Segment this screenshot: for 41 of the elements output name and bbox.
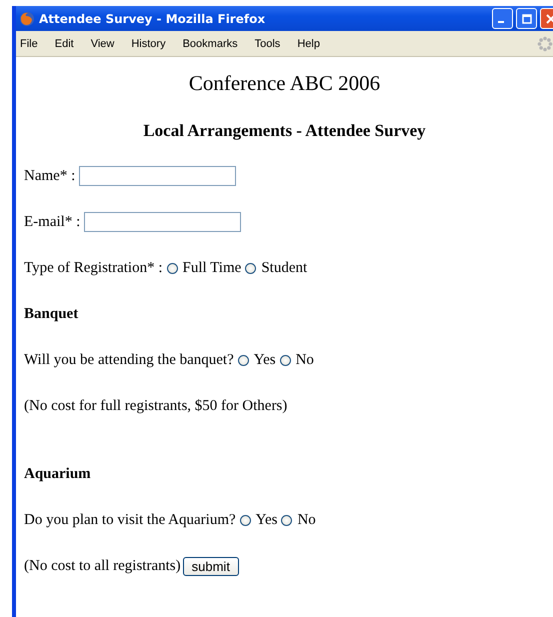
menu-item[interactable]: Help [297,38,320,50]
menu-item[interactable]: Bookmarks [182,38,238,50]
radio-button[interactable] [281,514,292,526]
page-title: Conference ABC 2006 [188,71,382,95]
maximize-icon [522,14,532,24]
window-title: Attendee Survey - Mozilla Firefox [39,12,266,26]
section-heading: Aquarium [24,466,91,482]
input-field[interactable] [84,212,242,232]
option-label: No [297,512,316,528]
option-label: Yes [256,512,278,528]
question-text: Do you plan to visit the Aquarium? [24,512,236,528]
close-icon [546,14,553,24]
submit-button[interactable]: submit [182,556,239,576]
option-label: Yes [254,352,276,368]
input-field[interactable] [79,166,236,186]
page-subtitle: Local Arrangements - Attendee Survey [142,121,427,141]
section-heading: Banquet [24,306,78,322]
minimize-icon [498,21,504,23]
option-label: Full Time [182,260,242,276]
menu-item[interactable]: File [20,38,38,50]
radio-button[interactable] [238,354,249,366]
field-label: E-mail* : [24,214,80,230]
menu-item[interactable]: Tools [254,38,280,50]
option-label: Student [261,260,308,276]
note-text: (No cost to all registrants) [24,558,181,574]
field-label: Type of Registration* : [24,260,163,276]
radio-button[interactable] [240,514,251,526]
option-label: No [296,352,314,368]
radio-button[interactable] [166,262,178,274]
maximize-button[interactable] [516,8,537,29]
menu-item[interactable]: Edit [54,38,74,50]
throbber-icon [537,36,553,52]
minimize-button[interactable] [492,8,513,29]
note-text: (No cost for full registrants, $50 for Others) [24,398,288,414]
question-text: Will you be attending the banquet? [24,352,234,368]
field-label: Name* : [24,168,76,184]
radio-button[interactable] [280,354,291,366]
menu-item[interactable]: History [131,38,166,50]
radio-button[interactable] [245,262,256,274]
globe-fox-icon [19,10,35,26]
menu-item[interactable]: View [90,38,114,50]
